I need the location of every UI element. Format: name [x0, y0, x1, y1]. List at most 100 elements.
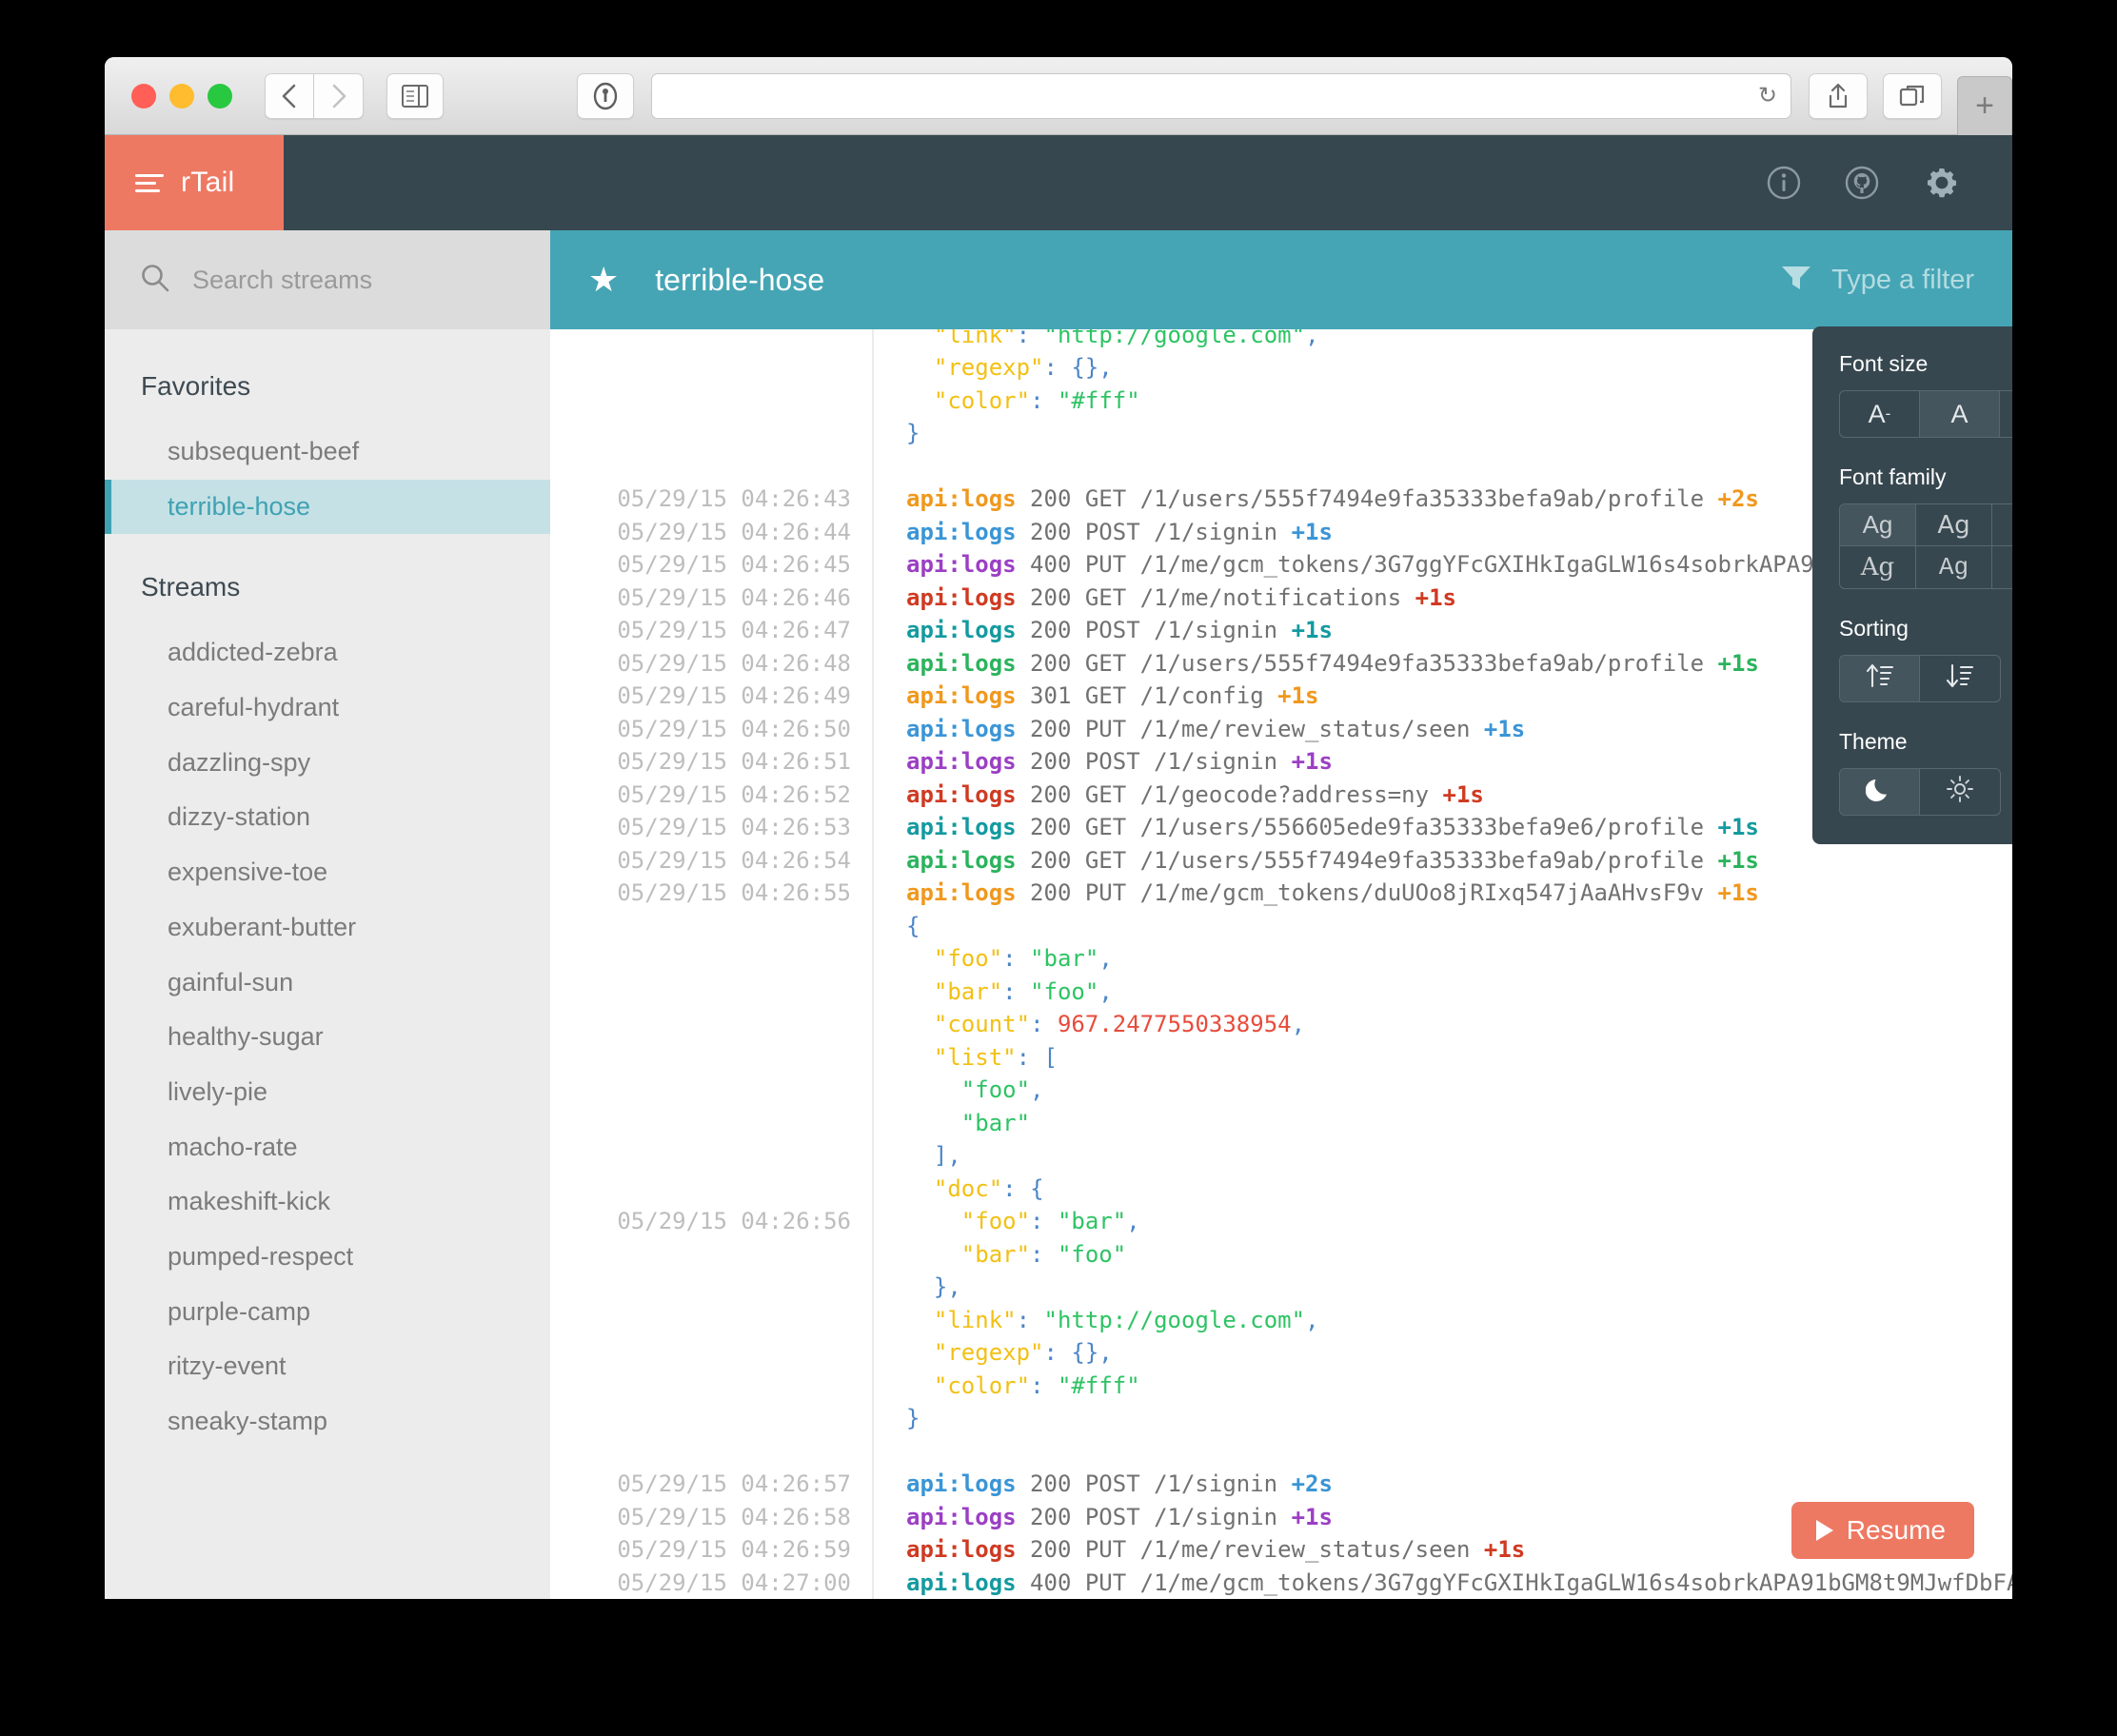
- json-token: "bar": [1057, 1208, 1127, 1234]
- stream-item-lively-pie[interactable]: lively-pie: [105, 1065, 550, 1120]
- log-elapsed: +1s: [1277, 682, 1319, 709]
- font-size-decrease-button[interactable]: A-: [1840, 391, 1920, 437]
- reload-icon[interactable]: ↻: [1758, 82, 1777, 109]
- log-timestamp: 05/29/15 04:27:00: [550, 1566, 874, 1599]
- stream-item-terrible-hose[interactable]: terrible-hose: [105, 479, 550, 535]
- search-streams[interactable]: [105, 230, 550, 329]
- font-family-option-2[interactable]: Ag: [1916, 504, 1992, 546]
- stream-item-careful-hydrant[interactable]: careful-hydrant: [105, 681, 550, 736]
- password-manager-button[interactable]: [577, 72, 634, 119]
- log-elapsed: +1s: [1415, 583, 1456, 611]
- gear-icon[interactable]: [1921, 162, 1963, 204]
- log-request: 200 GET /1/users/556605ede9fa35333befa9e…: [1016, 814, 1718, 840]
- github-icon[interactable]: [1843, 164, 1881, 202]
- sidebar-toggle-button[interactable]: [386, 72, 444, 119]
- sort-ascending-icon: [1865, 661, 1895, 697]
- stream-item-gainful-sun[interactable]: gainful-sun: [105, 956, 550, 1011]
- log-main-pane: ★ terrible-hose Type a filter }, "link":…: [550, 230, 2012, 1599]
- stream-item-exuberant-butter[interactable]: exuberant-butter: [105, 900, 550, 956]
- stream-item-dazzling-spy[interactable]: dazzling-spy: [105, 736, 550, 791]
- log-tag: api:logs: [906, 583, 1017, 611]
- address-input[interactable]: [665, 85, 1758, 107]
- log-line: 05/29/15 04:26:44 api:logs 200 POST /1/si…: [550, 515, 2012, 548]
- json-token: :: [1030, 1208, 1058, 1234]
- show-all-tabs-button[interactable]: [1883, 72, 1942, 119]
- sort-descending-icon: [1945, 661, 1975, 697]
- new-tab-button[interactable]: +: [1957, 75, 2012, 135]
- font-family-option-6[interactable]: Ag: [1992, 546, 2012, 588]
- filter-box[interactable]: Type a filter: [1780, 264, 1974, 297]
- json-token: ,: [1098, 945, 1113, 972]
- font-size-increase-button[interactable]: A+: [2000, 391, 2012, 437]
- stream-item-expensive-toe[interactable]: expensive-toe: [105, 845, 550, 900]
- log-message-http: api:logs 200 GET /1/users/556605ede9fa35…: [874, 811, 1759, 844]
- address-bar[interactable]: ↻: [651, 72, 1791, 119]
- log-line: "bar": "foo": [550, 1237, 2012, 1271]
- app-topbar: rTail: [105, 135, 2012, 230]
- search-input[interactable]: [192, 265, 506, 295]
- log-message-json: },: [874, 1271, 961, 1304]
- json-token: :: [1030, 1011, 1058, 1037]
- back-button[interactable]: [265, 72, 314, 119]
- stream-item-purple-camp[interactable]: purple-camp: [105, 1285, 550, 1340]
- log-elapsed: +1s: [1483, 715, 1526, 742]
- stream-item-sneaky-stamp[interactable]: sneaky-stamp: [105, 1394, 550, 1450]
- sort-ascending-button[interactable]: [1840, 656, 1920, 701]
- log-message-http: api:logs 400 PUT /1/me/gcm_tokens/3G7ggY…: [874, 1567, 2012, 1600]
- stream-item-ritzy-event[interactable]: ritzy-event: [105, 1339, 550, 1394]
- stream-item-macho-rate[interactable]: macho-rate: [105, 1120, 550, 1175]
- log-line: }: [550, 417, 2012, 450]
- log-line: },: [550, 1271, 2012, 1304]
- theme-light-button[interactable]: [1920, 769, 2000, 815]
- json-token: {},: [1071, 1339, 1113, 1366]
- info-icon[interactable]: [1765, 164, 1803, 202]
- font-family-option-5[interactable]: Ag: [1916, 546, 1992, 588]
- stream-item-dizzy-station[interactable]: dizzy-station: [105, 790, 550, 845]
- star-icon[interactable]: ★: [588, 263, 619, 297]
- font-size-label: Font size: [1839, 351, 1929, 376]
- stream-item-pumped-respect[interactable]: pumped-respect: [105, 1230, 550, 1285]
- minimize-window-button[interactable]: [169, 83, 194, 108]
- theme-dark-button[interactable]: [1840, 769, 1920, 815]
- log-tag: api:logs: [906, 617, 1017, 643]
- log-message-json: "doc": {: [874, 1173, 1044, 1206]
- maximize-window-button[interactable]: [208, 83, 232, 108]
- stream-item-addicted-zebra[interactable]: addicted-zebra: [105, 625, 550, 681]
- log-message-json: "regexp": {},: [874, 1336, 1113, 1370]
- log-line: "list": [: [550, 1040, 2012, 1074]
- log-line: 05/29/15 04:26:54 api:logs 200 GET /1/use…: [550, 843, 2012, 878]
- log-elapsed: +1s: [1717, 649, 1759, 677]
- log-timestamp: 05/29/15 04:26:46: [550, 581, 874, 614]
- stream-item-subsequent-beef[interactable]: subsequent-beef: [105, 424, 550, 480]
- log-message-json: "color": "#fff": [874, 1370, 1140, 1403]
- log-line: [550, 1434, 2012, 1468]
- log-output[interactable]: }, "link": "http://google.com", "regexp"…: [550, 329, 2012, 1599]
- font-family-option-3[interactable]: Ag: [1992, 504, 2012, 546]
- json-token: {},: [1071, 354, 1113, 381]
- log-elapsed: +1s: [1483, 1536, 1526, 1563]
- log-tag: api:logs: [906, 551, 1017, 578]
- resume-button[interactable]: Resume: [1791, 1502, 1974, 1559]
- font-size-options: A- A A+: [1839, 390, 2012, 438]
- log-line: 05/29/15 04:26:47 api:logs 200 POST /1/si…: [550, 614, 2012, 647]
- stream-item-makeshift-kick[interactable]: makeshift-kick: [105, 1174, 550, 1230]
- log-elapsed: +1s: [1291, 617, 1333, 643]
- app-brand[interactable]: rTail: [105, 135, 284, 230]
- font-family-option-4[interactable]: Ag: [1840, 546, 1916, 588]
- font-family-option-1[interactable]: Ag: [1840, 504, 1916, 546]
- log-message-http: api:logs 200 GET /1/users/555f7494e9fa35…: [874, 844, 1759, 878]
- share-button[interactable]: [1809, 72, 1868, 119]
- sort-descending-button[interactable]: [1920, 656, 2000, 701]
- json-token: ,: [1305, 1306, 1319, 1333]
- log-lines: }, "link": "http://google.com", "regexp"…: [550, 329, 2012, 1599]
- forward-button[interactable]: [314, 72, 364, 119]
- stream-item-healthy-sugar[interactable]: healthy-sugar: [105, 1010, 550, 1065]
- log-message-json: }: [874, 417, 920, 450]
- font-size-default-button[interactable]: A: [1920, 391, 2000, 437]
- browser-window: ↻ + rTail Search streams Favorites subse…: [105, 57, 2012, 1599]
- search-icon: [139, 262, 171, 299]
- log-elapsed: +1s: [1442, 780, 1484, 808]
- close-window-button[interactable]: [131, 83, 156, 108]
